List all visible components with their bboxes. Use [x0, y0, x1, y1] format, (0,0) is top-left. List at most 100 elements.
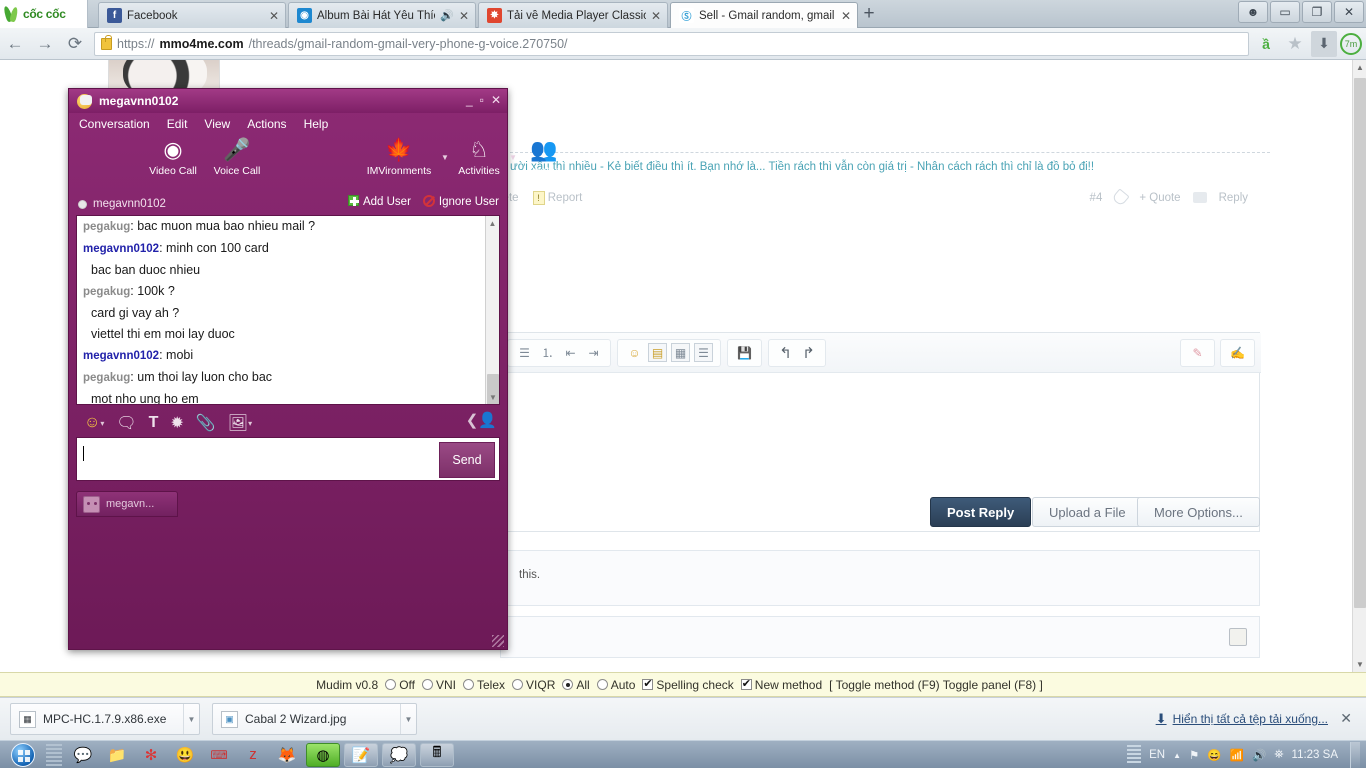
yahoo-chat-window-icon[interactable]: 💭	[382, 742, 416, 767]
smilie-icon[interactable]: ☺	[625, 343, 644, 362]
maximize-icon[interactable]: ▫	[480, 93, 484, 107]
undo-icon[interactable]: ↰	[776, 343, 795, 362]
mudim-option-all[interactable]: All	[562, 678, 590, 692]
tray-expand-icon[interactable]: ▲	[1173, 751, 1181, 760]
download-item-cabal[interactable]: ▣ Cabal 2 Wizard.jpg ▼	[212, 703, 417, 735]
back-icon[interactable]: ←	[0, 29, 30, 59]
close-icon[interactable]: ✕	[491, 93, 501, 107]
more-options-button[interactable]: More Options...	[1137, 497, 1260, 527]
scroll-down-icon[interactable]: ▼	[486, 390, 499, 404]
menu-view[interactable]: View	[204, 117, 230, 131]
calendar-icon[interactable]	[1229, 628, 1247, 646]
browser-tab-facebook[interactable]: f Facebook ✕	[98, 2, 286, 28]
scroll-up-icon[interactable]: ▲	[1353, 60, 1366, 75]
yahoo-messenger-icon[interactable]: 💬	[66, 743, 100, 767]
mudim-new-method[interactable]: New method	[740, 677, 822, 692]
menu-help[interactable]: Help	[304, 117, 329, 131]
quote-button[interactable]: + Quote	[1139, 192, 1180, 204]
mudim-option-off[interactable]: Off	[385, 678, 415, 692]
close-icon[interactable]: ✕	[269, 9, 279, 23]
forward-icon[interactable]: →	[30, 29, 60, 59]
emoticon-icon[interactable]: ☺ ▾	[84, 414, 104, 432]
message-input[interactable]: Send	[76, 437, 500, 481]
show-all-downloads-link[interactable]: ⬇ Hiển thị tất cả tệp tải xuống...	[1156, 711, 1328, 727]
mudim-option-vni[interactable]: VNI	[421, 678, 456, 692]
buzz-bubble-icon[interactable]: 🗨	[116, 413, 136, 433]
yahoo-tray-icon[interactable]: 😄	[1207, 748, 1221, 762]
calculator-icon[interactable]: 🖩	[420, 742, 454, 767]
indent-icon[interactable]: ⇥	[584, 343, 603, 362]
scroll-up-icon[interactable]: ▲	[486, 216, 499, 230]
network-icon[interactable]: 📶	[1230, 748, 1244, 762]
volume-icon[interactable]: 🔊	[1252, 748, 1266, 762]
chevron-down-icon[interactable]: ▼	[183, 704, 199, 734]
close-icon[interactable]: ✕	[1334, 1, 1364, 23]
user-icon[interactable]: ☻	[1238, 1, 1268, 23]
clock[interactable]: 11:23 SA	[1292, 749, 1338, 761]
list-number-icon[interactable]: ⒈	[538, 343, 557, 362]
close-icon[interactable]: ✕	[841, 9, 851, 23]
scroll-down-icon[interactable]: ▼	[1353, 657, 1366, 672]
menu-edit[interactable]: Edit	[167, 117, 188, 131]
radio-icon[interactable]	[463, 679, 474, 690]
minimize-icon[interactable]: ▭	[1270, 1, 1300, 23]
download-icon[interactable]: ⬇	[1311, 30, 1337, 57]
chevron-down-icon[interactable]: ▼	[400, 704, 416, 734]
windows-start-icon[interactable]	[0, 742, 46, 768]
reload-icon[interactable]: ⟳	[60, 29, 90, 59]
bookmark-star-icon[interactable]: ★	[1282, 31, 1308, 57]
messenger-titlebar[interactable]: megavnn0102 _ ▫ ✕	[69, 89, 507, 113]
font-icon[interactable]: T	[149, 414, 159, 432]
firefox-icon[interactable]: 🦊	[270, 743, 304, 767]
unikey-icon[interactable]: ✻	[134, 743, 168, 767]
yahoo-messenger-window[interactable]: megavnn0102 _ ▫ ✕ Conversation Edit View…	[68, 88, 560, 650]
radio-icon[interactable]	[562, 679, 574, 690]
page-scrollbar[interactable]: ▲ ▼	[1352, 60, 1366, 672]
show-desktop-button[interactable]	[1350, 742, 1360, 768]
radio-icon[interactable]	[596, 679, 608, 690]
mudim-option-auto[interactable]: Auto	[596, 678, 635, 692]
toggle-bbcode-icon[interactable]: ✍	[1228, 344, 1247, 363]
scrollbar-thumb[interactable]	[1354, 78, 1366, 608]
report-link[interactable]: ! Report	[532, 191, 582, 205]
post-reply-button[interactable]: Post Reply	[930, 497, 1032, 527]
activities-button[interactable]: ♘ Activities	[449, 135, 509, 177]
close-icon[interactable]: ✕	[459, 9, 469, 23]
coccoc-brand-button[interactable]: cốc cốc	[0, 0, 88, 28]
browser-tab-gmail-random[interactable]: Ⓢ Sell - Gmail random, gmail ✕	[670, 2, 858, 28]
mudim-option-viqr[interactable]: VIQR	[512, 678, 555, 692]
safely-remove-icon[interactable]: ⛯	[1274, 749, 1283, 762]
mudim-option-telex[interactable]: Telex	[463, 678, 505, 692]
translate-icon[interactable]: ầ	[1253, 31, 1279, 57]
chevron-down-icon[interactable]: ▼	[441, 153, 449, 162]
zalo-icon[interactable]: z	[236, 743, 270, 767]
add-user-button[interactable]: Add User	[347, 195, 411, 208]
quicklaunch-grip[interactable]	[46, 743, 62, 766]
menu-actions[interactable]: Actions	[247, 117, 286, 131]
flag-icon[interactable]: ⚑	[1189, 748, 1199, 762]
language-indicator[interactable]: EN	[1149, 749, 1165, 761]
smiley-icon[interactable]: 😃	[168, 743, 202, 767]
redo-icon[interactable]: ↱	[799, 343, 818, 362]
list-bullet-icon[interactable]: ☰	[515, 343, 534, 362]
save-icon[interactable]: 💾	[735, 343, 754, 362]
new-tab-button[interactable]: +	[858, 4, 880, 26]
buzz-icon[interactable]: ✹	[170, 413, 183, 433]
menu-conversation[interactable]: Conversation	[79, 117, 150, 131]
send-button[interactable]: Send	[439, 442, 495, 478]
attach-icon[interactable]: 📎	[196, 413, 216, 433]
spoiler-icon[interactable]: ☰	[694, 343, 713, 362]
ignore-user-button[interactable]: Ignore User	[422, 195, 499, 208]
video-call-button[interactable]: ◉ Video Call	[141, 135, 205, 177]
chat-message-list[interactable]: pegakug: bac muon mua bao nhieu mail ? m…	[76, 215, 500, 405]
coccoc-browser-icon[interactable]: ◍	[306, 742, 340, 767]
contact-icon[interactable]: ❮👤	[466, 411, 497, 429]
voice-call-button[interactable]: 🎤 Voice Call	[205, 135, 269, 177]
download-item-mpc[interactable]: ▦ MPC-HC.1.7.9.x86.exe ▼	[10, 703, 200, 735]
conversation-tab[interactable]: megavn...	[76, 491, 178, 517]
radio-icon[interactable]	[421, 679, 433, 690]
upload-file-button[interactable]: Upload a File	[1032, 497, 1143, 527]
speaker-icon[interactable]: 🔊	[440, 9, 454, 22]
browser-tab-album[interactable]: ◉ Album Bài Hát Yêu Thíc 🔊 ✕	[288, 2, 476, 28]
outdent-icon[interactable]: ⇤	[561, 343, 580, 362]
